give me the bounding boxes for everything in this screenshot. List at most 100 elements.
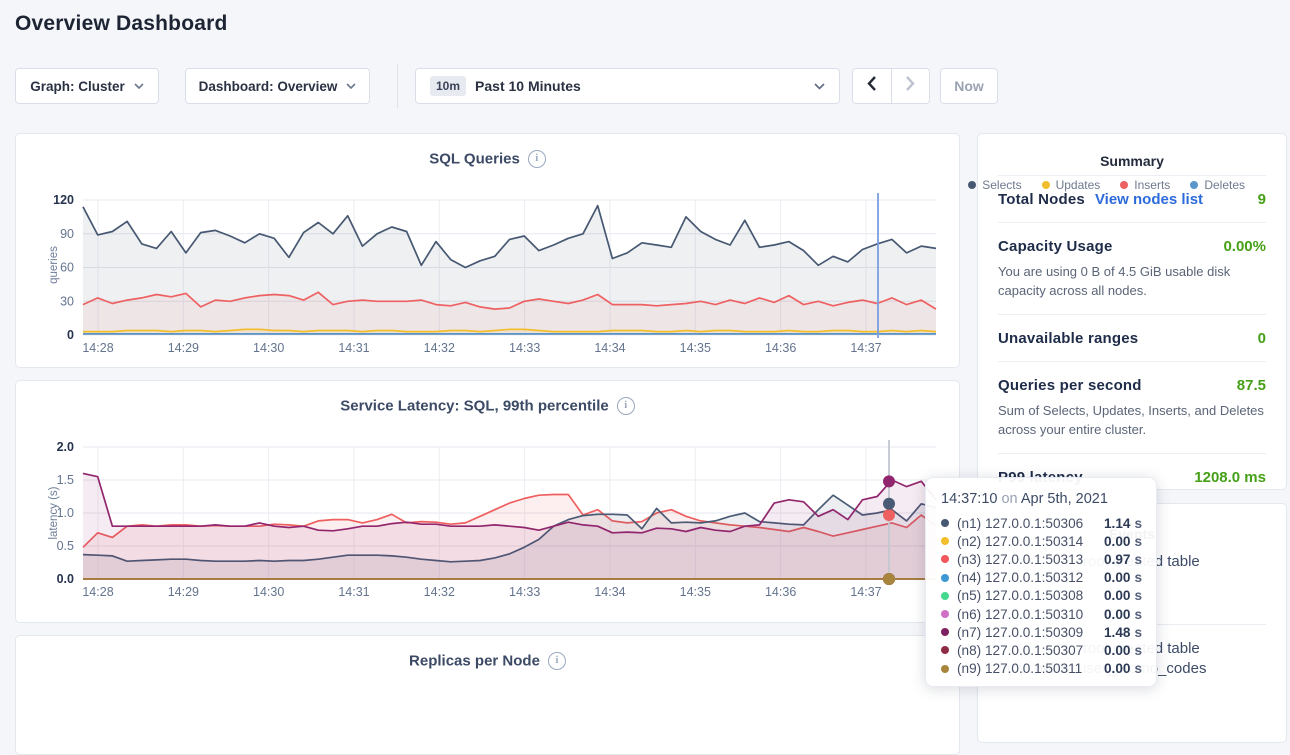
svg-text:14:34: 14:34 [594, 341, 625, 355]
tooltip-node-list: (n1) 127.0.0.1:503061.14 s (n2) 127.0.0.1:… [941, 514, 1141, 678]
node-color-dot [941, 519, 949, 527]
node-latency-unit: s [1134, 516, 1142, 531]
node-address: (n5) 127.0.0.1:50308 [957, 588, 1104, 603]
node-latency-value: 0.00 [1104, 607, 1130, 622]
node-color-dot [941, 574, 949, 582]
node-address: (n7) 127.0.0.1:50309 [957, 625, 1104, 640]
legend-item-selects[interactable]: Selects [968, 178, 1021, 192]
time-step-button-group [852, 68, 930, 104]
tooltip-node-row: (n7) 127.0.0.1:503091.48s [941, 623, 1141, 641]
tooltip-node-row: (n3) 127.0.0.1:503130.97s [941, 550, 1141, 568]
prev-time-button[interactable] [853, 69, 892, 103]
dashboard-selector-label: Dashboard: Overview [199, 79, 338, 94]
metric-value: 87.5 [1237, 377, 1266, 394]
chevron-down-icon [814, 83, 825, 90]
metric-description: You are using 0 B of 4.5 GiB usable disk… [998, 262, 1266, 300]
now-button[interactable]: Now [940, 68, 998, 104]
tooltip-timestamp: 14:37:10 on Apr 5th, 2021 [941, 491, 1141, 507]
svg-text:14:37: 14:37 [850, 585, 881, 599]
node-address: (n6) 127.0.0.1:50310 [957, 607, 1104, 622]
node-latency-value: 0.00 [1104, 588, 1130, 603]
node-color-dot [941, 646, 949, 654]
svg-text:14:33: 14:33 [509, 341, 540, 355]
svg-text:14:33: 14:33 [509, 585, 540, 599]
svg-text:120: 120 [53, 193, 74, 207]
summary-title: Summary [998, 134, 1266, 175]
svg-text:14:34: 14:34 [594, 585, 625, 599]
replicas-per-node-card: Replicas per Node i [15, 635, 960, 755]
sql-chart-legend: Selects Updates Inserts Deletes [968, 178, 1245, 192]
graph-selector-label: Graph: Cluster [30, 79, 125, 94]
graph-selector-dropdown[interactable]: Graph: Cluster [15, 68, 159, 104]
node-latency-value: 0.00 [1104, 534, 1130, 549]
node-latency-unit: s [1134, 570, 1142, 585]
node-latency-unit: s [1134, 588, 1142, 603]
svg-text:14:31: 14:31 [338, 585, 369, 599]
legend-item-updates[interactable]: Updates [1042, 178, 1101, 192]
svg-text:14:30: 14:30 [253, 585, 284, 599]
time-range-badge: 10m [430, 76, 466, 96]
svg-text:14:36: 14:36 [765, 341, 796, 355]
metric-value: 1208.0 ms [1194, 469, 1266, 486]
metric-label: Unavailable ranges [998, 330, 1138, 347]
svg-text:14:29: 14:29 [168, 341, 199, 355]
tooltip-node-row: (n9) 127.0.0.1:503110.00s [941, 660, 1141, 678]
node-latency-unit: s [1134, 534, 1142, 549]
service-latency-card: Service Latency: SQL, 99th percentilei l… [15, 380, 960, 623]
node-latency-value: 0.00 [1104, 570, 1130, 585]
summary-row-capacity-usage: Capacity Usage 0.00% You are using 0 B o… [998, 222, 1266, 314]
legend-label: Selects [982, 178, 1021, 192]
svg-text:0: 0 [67, 328, 74, 342]
legend-dot [1042, 181, 1050, 189]
svg-text:14:31: 14:31 [338, 341, 369, 355]
next-time-button[interactable] [892, 69, 930, 103]
svg-text:14:35: 14:35 [680, 341, 711, 355]
dashboard-selector-dropdown[interactable]: Dashboard: Overview [185, 68, 370, 104]
summary-row-unavailable-ranges: Unavailable ranges 0 [998, 314, 1266, 361]
tooltip-connector: on [997, 491, 1020, 507]
node-latency-unit: s [1134, 643, 1142, 658]
sql-queries-card: SQL Queriesi queries 030609012014:2814:2… [15, 133, 960, 368]
node-address: (n8) 127.0.0.1:50307 [957, 643, 1104, 658]
time-range-selector[interactable]: 10m Past 10 Minutes [415, 68, 840, 104]
legend-dot [968, 181, 976, 189]
chevron-down-icon [346, 83, 356, 89]
metric-label: Total Nodes [998, 191, 1085, 208]
svg-text:14:28: 14:28 [82, 585, 113, 599]
node-color-dot [941, 665, 949, 673]
node-color-dot [941, 537, 949, 545]
metric-value: 0 [1258, 330, 1266, 347]
chevron-down-icon [134, 83, 144, 89]
info-icon[interactable]: i [548, 652, 566, 670]
legend-label: Updates [1056, 178, 1101, 192]
page-title: Overview Dashboard [15, 12, 228, 36]
node-address: (n2) 127.0.0.1:50314 [957, 534, 1104, 549]
node-latency-value: 1.14 [1104, 516, 1130, 531]
svg-text:0.0: 0.0 [57, 572, 74, 586]
node-address: (n3) 127.0.0.1:50313 [957, 552, 1104, 567]
node-latency-unit: s [1134, 607, 1142, 622]
replicas-chart-title: Replicas per Node [409, 653, 540, 670]
svg-text:90: 90 [60, 227, 74, 241]
control-bar-divider [397, 64, 398, 108]
svg-text:14:32: 14:32 [424, 341, 455, 355]
metric-label: Capacity Usage [998, 238, 1113, 255]
legend-label: Inserts [1134, 178, 1170, 192]
svg-text:14:30: 14:30 [253, 341, 284, 355]
chevron-left-icon [867, 76, 876, 96]
tooltip-node-row: (n4) 127.0.0.1:503120.00s [941, 569, 1141, 587]
legend-item-inserts[interactable]: Inserts [1120, 178, 1170, 192]
tooltip-date: Apr 5th, 2021 [1021, 491, 1108, 507]
node-latency-unit: s [1134, 661, 1142, 676]
view-nodes-list-link[interactable]: View nodes list [1095, 191, 1203, 208]
metric-description: Sum of Selects, Updates, Inserts, and De… [998, 401, 1266, 439]
node-color-dot [941, 555, 949, 563]
tooltip-node-row: (n8) 127.0.0.1:503070.00s [941, 641, 1141, 659]
node-address: (n1) 127.0.0.1:50306 [957, 516, 1104, 531]
node-address: (n9) 127.0.0.1:50311 [957, 661, 1104, 676]
svg-text:30: 30 [60, 294, 74, 308]
legend-label: Deletes [1204, 178, 1245, 192]
legend-item-deletes[interactable]: Deletes [1190, 178, 1245, 192]
node-color-dot [941, 592, 949, 600]
svg-text:0.5: 0.5 [57, 539, 74, 553]
